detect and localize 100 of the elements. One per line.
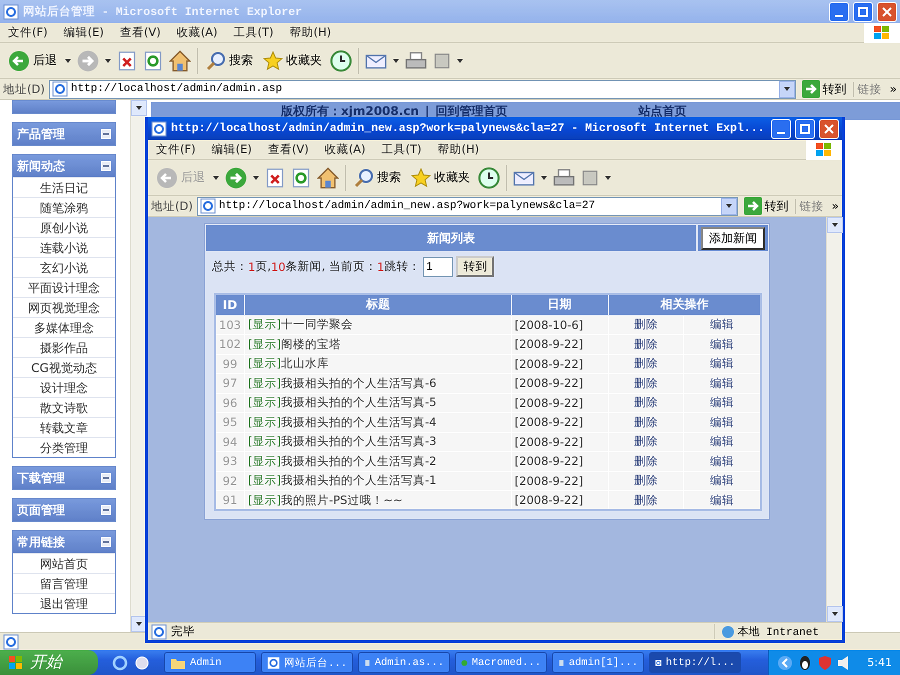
more-links[interactable]: » [890,82,897,96]
sidebar-item[interactable]: 生活日记 [13,177,115,197]
more-links[interactable]: » [832,199,839,213]
go-button[interactable]: 转到 [742,197,791,215]
sidebar-item[interactable]: 摄影作品 [13,337,115,357]
jump-button[interactable]: 转到 [456,256,494,277]
title-cell[interactable]: [显示]我摄相头拍的个人生活写真-1 [244,471,512,490]
links-label[interactable]: 链接 [794,198,828,214]
title-cell[interactable]: [显示]我摄相头拍的个人生活写真-5 [244,393,512,412]
title-cell[interactable]: [显示]我摄相头拍的个人生活写真-2 [244,452,512,471]
history-icon [478,166,500,188]
menu-item[interactable]: 查看(V) [260,142,317,157]
search-button[interactable]: 搜索 [352,168,403,188]
sidebar-item[interactable]: CG视觉动态 [13,357,115,377]
minimize-button[interactable] [771,118,791,138]
sidebar-item[interactable]: 连载小说 [13,237,115,257]
collapse-icon[interactable] [101,129,111,139]
title-cell[interactable]: [显示]阁楼的宝塔 [244,334,512,354]
menu-item[interactable]: 帮助(H) [282,25,340,40]
caret-icon [832,223,838,227]
sidebar-item[interactable]: 设计理念 [13,377,115,397]
menu-item[interactable]: 文件(F) [0,25,56,40]
taskbar-button[interactable]: admin[1]... [552,652,644,673]
sidebar-item[interactable]: 网页视觉理念 [13,297,115,317]
menu-item[interactable]: 收藏(A) [168,25,226,40]
menu-item[interactable]: 工具(T) [374,142,430,157]
taskbar-button[interactable]: Admin.as... [358,652,450,673]
id-cell: 93 [215,452,244,471]
address-field[interactable]: http://localhost/admin/admin_new.asp?work=palynews&cla=27 [196,196,738,216]
maximize-button[interactable] [795,118,815,138]
title-cell[interactable]: [显示]我摄相头拍的个人生活写真-6 [244,374,512,393]
sidebar-item[interactable]: 网站首页 [13,553,115,573]
menu-item[interactable]: 编辑(E) [56,25,112,40]
go-button[interactable]: 转到 [800,80,849,98]
taskbar-button[interactable]: http://l... [649,652,741,673]
page-input[interactable]: 1 [423,256,454,276]
close-button[interactable] [877,2,897,22]
menu-item[interactable]: 编辑(E) [204,142,260,157]
taskbar-button[interactable]: Macromed... [455,652,547,673]
favorites-button[interactable]: 收藏夹 [261,50,324,70]
taskbar-button[interactable]: 网站后台... [261,652,353,673]
collapse-icon[interactable] [101,537,111,547]
windows-logo [815,142,833,158]
refresh-icon [291,168,311,188]
title-cell[interactable]: [显示]我摄相头拍的个人生活写真-4 [244,412,512,432]
summary-text: 总共： [212,259,248,274]
menu-item[interactable]: 查看(V) [112,25,169,40]
links-label[interactable]: 链接 [852,82,886,96]
history-icon [330,50,352,72]
collapse-icon[interactable] [101,161,111,171]
sidebar-item[interactable]: 平面设计理念 [13,277,115,297]
site-home-link[interactable]: 站点首页 [638,102,686,120]
taskbar-button[interactable]: Admin [164,652,256,673]
summary-text: 跳转： [384,259,420,274]
caret-icon [784,87,790,91]
shield-icon [817,654,834,670]
close-button[interactable] [819,118,839,138]
menu-item[interactable]: 收藏(A) [316,142,374,157]
favorites-button[interactable]: 收藏夹 [409,168,472,188]
sidebar-item[interactable]: 多媒体理念 [13,317,115,337]
zone-indicator: 本地 Intranet [714,624,839,639]
collapse-icon[interactable] [101,505,111,515]
sidebar-item[interactable]: 玄幻小说 [13,257,115,277]
address-label: 地址(D) [3,82,45,96]
caret-icon [136,106,142,110]
sidebar-item[interactable]: 散文诗歌 [13,397,115,417]
sidebar-item[interactable]: 转载文章 [13,417,115,437]
sidebar-item[interactable]: 留言管理 [13,573,115,593]
minimize-button[interactable] [829,2,849,22]
title-cell[interactable]: [显示]我摄相头拍的个人生活写真-3 [244,432,512,452]
title-cell[interactable]: [显示]十一同学聚会 [244,315,512,334]
sidebar-item[interactable]: 分类管理 [13,437,115,457]
menu-item[interactable]: 帮助(H) [430,142,488,157]
title-cell[interactable]: [显示]北山水库 [244,354,512,374]
close-icon [824,124,834,134]
sidebar-item[interactable]: 退出管理 [13,593,115,613]
id-cell: 99 [215,354,244,374]
maximize-button[interactable] [853,2,873,22]
caret-icon [541,176,547,180]
summary-text: 1 [248,260,256,274]
scroll-down-icon[interactable] [827,606,843,622]
scrollbar[interactable] [130,100,146,632]
summary-text: 1 [376,260,384,274]
ie-page-icon [200,198,216,214]
admin-home-link[interactable]: 回到管理首页 [435,102,508,120]
menu-item[interactable]: 工具(T) [226,25,282,40]
sidebar-item[interactable]: 原创小说 [13,217,115,237]
caret-icon [457,58,463,62]
back-button[interactable]: 后退 [6,50,59,72]
collapse-icon[interactable] [101,473,111,483]
scrollbar[interactable] [826,217,842,622]
search-button[interactable]: 搜索 [204,50,255,70]
menu-item[interactable]: 文件(F) [148,142,204,157]
caret-icon [605,176,611,180]
minimize-icon [835,14,843,16]
add-news-button[interactable]: 添加新闻 [701,226,765,250]
stop-icon [117,50,137,70]
sidebar-item[interactable]: 随笔涂鸦 [13,197,115,217]
address-field[interactable]: http://localhost/admin/admin.asp [48,80,796,98]
id-cell: 103 [215,315,244,334]
